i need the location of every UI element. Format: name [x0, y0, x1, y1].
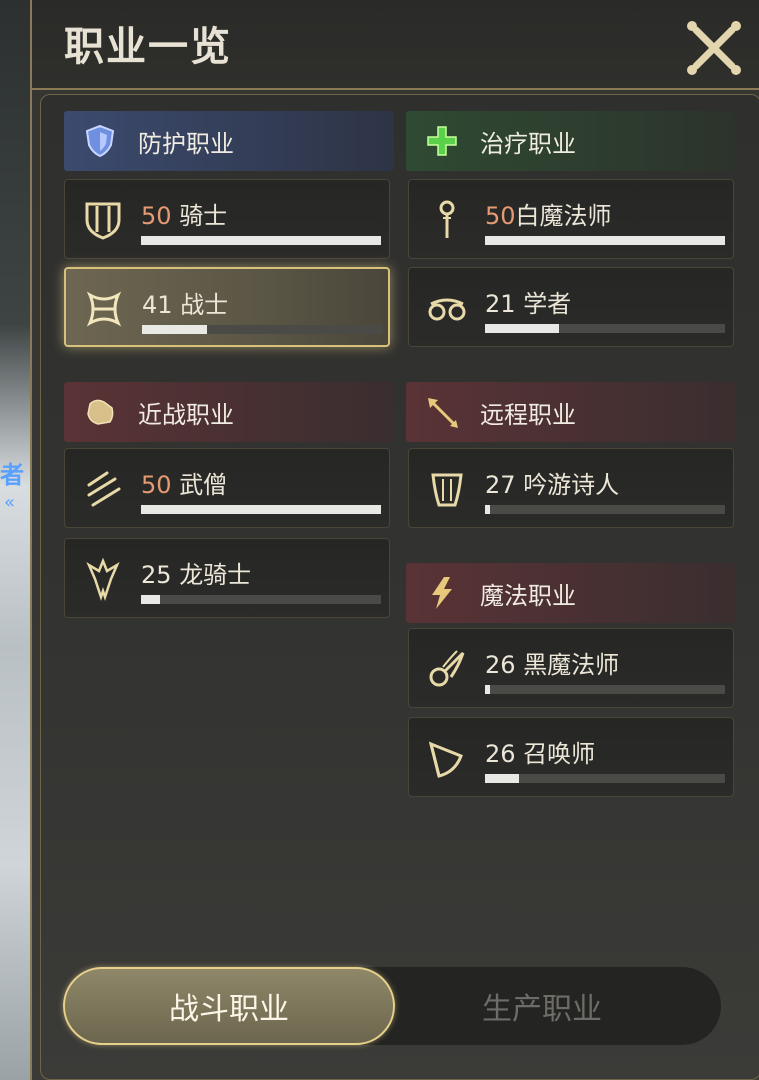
fist-icon [87, 399, 114, 425]
job-card-summoner[interactable]: 26 召唤师 [408, 717, 734, 797]
scholar-icon [428, 298, 466, 321]
close-icon [687, 21, 741, 75]
close-button[interactable] [684, 18, 744, 78]
category-header-magic: 魔法职业 [406, 563, 736, 623]
job-name: 黑魔法师 [523, 651, 620, 679]
job-level: 26 [485, 651, 516, 679]
window-titlebar: 职业一览 [32, 0, 759, 90]
horn-icon [428, 741, 463, 778]
exp-bar-fill [141, 505, 381, 514]
exp-bar-fill [485, 236, 725, 245]
job-level: 27 [485, 471, 516, 499]
job-card-white-mage[interactable]: 50白魔法师 [408, 179, 734, 259]
job-name: 召唤师 [523, 740, 596, 768]
job-level: 21 [485, 290, 516, 318]
exp-bar [142, 325, 382, 334]
category-header-tank: 防护职业 [64, 111, 394, 171]
exp-bar-fill [485, 685, 490, 694]
exp-bar [485, 505, 725, 514]
paladin-shield-icon [85, 202, 121, 240]
job-name: 骑士 [179, 202, 228, 230]
exp-bar [141, 505, 381, 514]
category-label-ranged: 远程职业 [480, 400, 576, 429]
exp-bar-fill [142, 325, 207, 334]
category-header-melee: 近战职业 [64, 382, 394, 442]
background-text: 者 [0, 461, 24, 489]
lightning-icon [432, 577, 452, 609]
job-level: 41 [142, 291, 173, 319]
job-panel: 防护职业 治疗职业 50 骑士 50白魔法师 41 战士 21 学者 近战职业 … [40, 94, 759, 1080]
exp-bar [485, 774, 725, 783]
job-level: 50 [485, 202, 516, 230]
category-label-tank: 防护职业 [138, 129, 234, 158]
category-label-melee: 近战职业 [138, 400, 234, 429]
job-name: 吟游诗人 [523, 471, 620, 499]
job-name: 学者 [523, 290, 572, 318]
axe-icon [86, 291, 122, 327]
tab-combat-jobs[interactable]: 战斗职业 [63, 967, 395, 1045]
exp-bar-fill [485, 774, 519, 783]
arrow-icon [428, 398, 458, 428]
job-name: 战士 [180, 291, 229, 319]
tab-crafting-jobs[interactable]: 生产职业 [363, 967, 721, 1045]
job-card-warrior[interactable]: 41 战士 [64, 267, 390, 347]
job-card-monk[interactable]: 50 武僧 [64, 448, 390, 528]
exp-bar-fill [141, 236, 381, 245]
exp-bar [141, 236, 381, 245]
exp-bar [485, 236, 725, 245]
category-label-healer: 治疗职业 [480, 129, 576, 158]
harp-icon [431, 473, 463, 507]
job-level: 50 [141, 202, 172, 230]
exp-bar [485, 685, 725, 694]
job-card-bard[interactable]: 27 吟游诗人 [408, 448, 734, 528]
dragon-icon [86, 557, 120, 601]
job-card-scholar[interactable]: 21 学者 [408, 267, 734, 347]
job-level: 25 [141, 561, 172, 589]
job-card-dragoon[interactable]: 25 龙骑士 [64, 538, 390, 618]
job-list-window: 职业一览 防护职业 治疗职业 50 骑士 50白魔法师 41 战士 21 学者 … [30, 0, 759, 1080]
background-text-2: « [4, 492, 16, 513]
job-name: 龙骑士 [179, 561, 252, 589]
shield-icon [85, 124, 115, 158]
exp-bar [485, 324, 725, 333]
green-cross-icon [427, 126, 457, 156]
job-level: 50 [141, 471, 172, 499]
job-card-paladin[interactable]: 50 骑士 [64, 179, 390, 259]
category-header-ranged: 远程职业 [406, 382, 736, 442]
staff-icon [439, 200, 455, 238]
job-card-black-mage[interactable]: 26 黑魔法师 [408, 628, 734, 708]
category-label-magic: 魔法职业 [480, 581, 576, 610]
job-name: 白魔法师 [515, 202, 612, 230]
job-type-tabs: 生产职业 战斗职业 [63, 967, 721, 1045]
exp-bar [141, 595, 381, 604]
window-title: 职业一览 [64, 24, 232, 70]
claw-icon [87, 471, 121, 507]
exp-bar-fill [485, 505, 490, 514]
flame-icon [429, 650, 465, 687]
job-name: 武僧 [179, 471, 228, 499]
exp-bar-fill [141, 595, 161, 604]
exp-bar-fill [485, 324, 560, 333]
job-level: 26 [485, 740, 516, 768]
category-header-healer: 治疗职业 [406, 111, 736, 171]
